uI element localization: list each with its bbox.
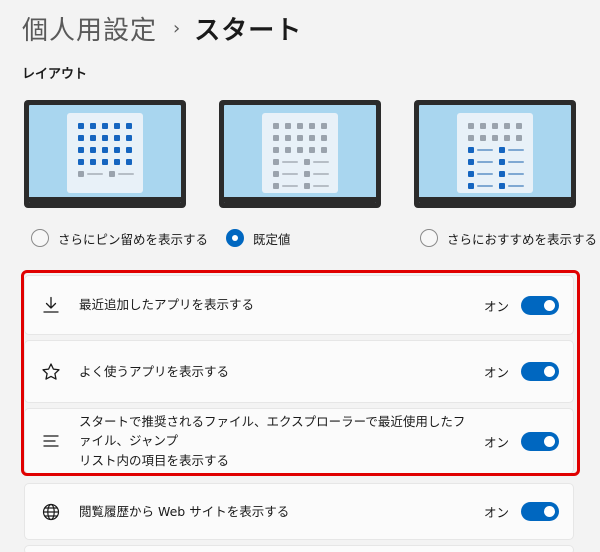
radio-button[interactable] [31, 229, 49, 247]
setting-label-line: リスト内の項目を表示する [79, 452, 230, 468]
toggle-state-label: オン [483, 298, 509, 314]
start-menu-preview [457, 113, 533, 193]
layout-option-more-recommendations[interactable]: さらにおすすめを表示する [420, 228, 597, 248]
browsing-history-websites-toggle[interactable] [521, 502, 559, 521]
most-used-apps-toggle[interactable] [521, 362, 559, 381]
layout-preview-screen [224, 105, 376, 203]
toggle-state-label: オン [483, 365, 509, 380]
layout-preview-more-pins[interactable] [24, 100, 186, 208]
breadcrumb: 個人用設定 › スタート [22, 8, 302, 48]
toggle-knob [544, 435, 555, 447]
setting-most-used-apps: よく使うアプリを表示する オン [24, 340, 574, 403]
next-setting-row-partial [24, 545, 574, 552]
toggle-knob [544, 366, 555, 377]
setting-recently-added-apps: 最近追加したアプリを表示する オン [24, 275, 574, 335]
star-icon [41, 362, 61, 382]
layout-option-label: さらにおすすめを表示する [447, 231, 598, 247]
setting-browsing-history-websites: 閲覧履歴から Web サイトを表示する オン [24, 483, 574, 540]
recommended-files-toggle[interactable] [521, 431, 559, 451]
layout-section-label: レイアウト [22, 67, 88, 82]
start-menu-preview [67, 113, 143, 193]
breadcrumb-parent[interactable]: 個人用設定 [22, 10, 157, 47]
setting-label: スタートで推奨されるファイル、エクスプローラーで最近使用したファイル、ジャンプ … [79, 412, 484, 470]
toggle-state-label: オン [483, 434, 509, 450]
setting-label: よく使うアプリを表示する [79, 363, 230, 379]
layout-preview-screen [419, 105, 571, 203]
globe-icon [41, 502, 61, 522]
taskbar-preview [224, 197, 376, 203]
layout-preview-default[interactable] [219, 100, 381, 208]
radio-button[interactable] [420, 229, 438, 247]
taskbar-preview [29, 197, 181, 203]
recently-added-apps-toggle[interactable] [521, 295, 559, 315]
layout-preview-more-recommendations[interactable] [414, 100, 576, 208]
taskbar-preview [419, 197, 571, 203]
breadcrumb-separator-icon: › [173, 17, 181, 39]
layout-preview-screen [29, 105, 181, 203]
layout-option-label: 既定値 [253, 231, 291, 247]
toggle-knob [544, 299, 555, 311]
toggle-knob [544, 506, 555, 517]
setting-recommended-files: スタートで推奨されるファイル、エクスプローラーで最近使用したファイル、ジャンプ … [24, 408, 574, 474]
layout-option-more-pins[interactable]: さらにピン留めを表示する [31, 228, 208, 248]
layout-option-label: さらにピン留めを表示する [58, 231, 209, 247]
toggle-state-label: オン [483, 505, 509, 520]
download-icon [41, 295, 61, 315]
setting-label-line: スタートで推奨されるファイル、エクスプローラーで最近使用したファイル、ジャンプ [79, 413, 466, 449]
page-title: スタート [194, 15, 303, 46]
start-menu-preview [262, 113, 338, 193]
setting-label: 最近追加したアプリを表示する [79, 297, 255, 313]
radio-button-selected[interactable] [226, 229, 244, 247]
layout-option-default[interactable]: 既定値 [226, 228, 291, 248]
list-icon [41, 431, 61, 451]
setting-label: 閲覧履歴から Web サイトを表示する [79, 503, 290, 519]
